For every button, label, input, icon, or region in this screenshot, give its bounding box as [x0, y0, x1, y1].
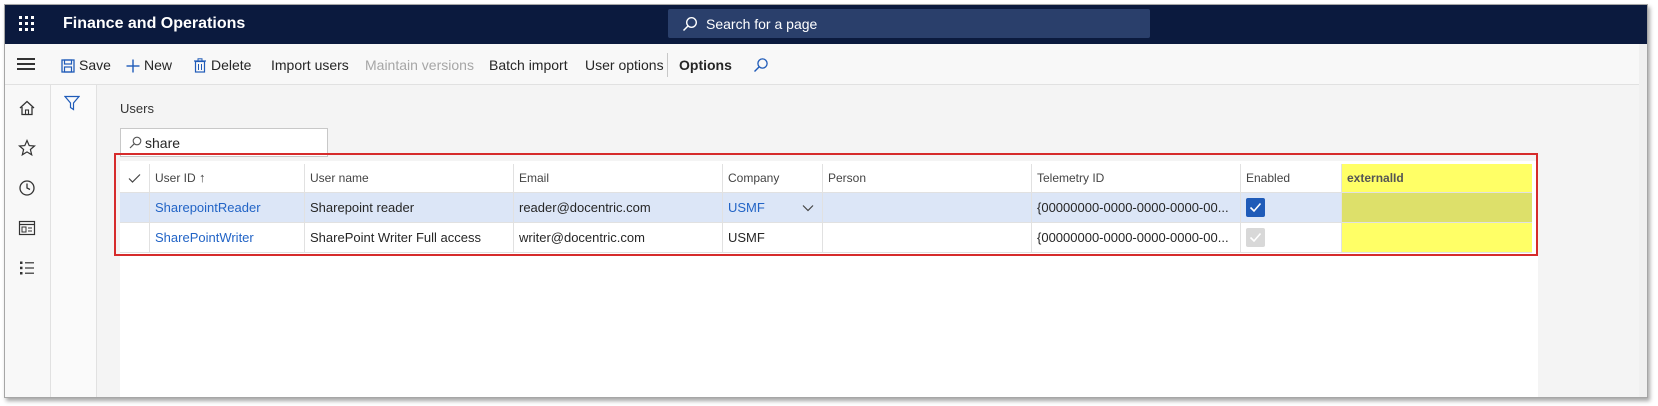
user-options-button[interactable]: User options [585, 55, 664, 75]
action-search-button[interactable] [753, 55, 773, 75]
maintain-versions-button: Maintain versions [365, 57, 474, 73]
app-launcher-icon[interactable] [19, 16, 35, 32]
page-search-input[interactable]: Search for a page [668, 9, 1150, 38]
workspaces-icon[interactable] [18, 219, 36, 237]
save-icon [61, 59, 75, 73]
options-tab[interactable]: Options [679, 55, 732, 75]
filter-pane-strip [51, 85, 97, 397]
app-title: Finance and Operations [63, 15, 246, 32]
toolbar-separator [667, 53, 668, 77]
annotation-highlight-box [114, 153, 1538, 256]
recent-clock-icon[interactable] [18, 179, 36, 197]
action-pane: Save New Delete Import users Maintain ve… [5, 44, 1647, 85]
plus-icon [126, 59, 140, 73]
new-label: New [144, 57, 173, 73]
home-icon[interactable] [18, 99, 36, 117]
page-title: Users [120, 101, 154, 116]
grid-filter-value: share [145, 135, 181, 151]
hamburger-menu-icon[interactable] [17, 58, 35, 70]
favorites-star-icon[interactable] [18, 139, 36, 157]
import-users-button[interactable]: Import users [271, 55, 349, 75]
search-icon [682, 16, 698, 32]
filter-icon[interactable] [64, 95, 80, 111]
search-placeholder: Search for a page [706, 16, 818, 32]
modules-list-icon[interactable] [18, 259, 36, 277]
search-icon [129, 136, 142, 149]
search-icon [754, 58, 768, 72]
save-label: Save [79, 57, 111, 73]
trash-icon [194, 58, 206, 73]
vertical-scrollbar[interactable] [1639, 44, 1647, 397]
batch-import-button[interactable]: Batch import [489, 55, 568, 75]
new-button[interactable]: New [126, 55, 172, 75]
navigation-bar [5, 85, 51, 397]
save-button[interactable]: Save [61, 55, 111, 75]
delete-label: Delete [211, 57, 252, 73]
top-bar: Finance and Operations Search for a page [5, 5, 1647, 44]
delete-button[interactable]: Delete [193, 55, 251, 75]
